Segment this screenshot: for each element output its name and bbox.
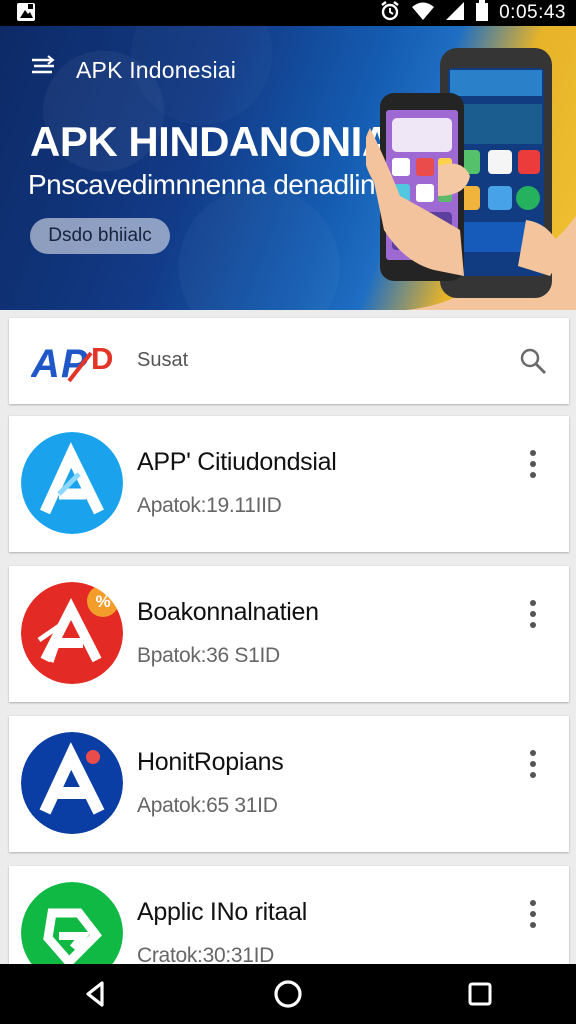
stylized-a-dot-icon <box>21 732 123 834</box>
apd-logo: A P D <box>30 339 131 386</box>
status-time: 0:05:43 <box>499 2 566 23</box>
search-input[interactable] <box>137 346 397 374</box>
banner-button[interactable]: Dsdo bhiialc <box>30 218 170 254</box>
menu-icon[interactable] <box>30 53 56 79</box>
recents-icon[interactable] <box>452 966 508 1022</box>
app-name: APP' Citiudondsial <box>137 448 337 476</box>
home-icon[interactable] <box>260 966 316 1022</box>
app-list-item[interactable]: APP' Citiudondsial Apatok:19.11IID <box>9 416 569 552</box>
app-list-item[interactable]: HonitRopians Apatok:65 31ID <box>9 716 569 852</box>
app-name: Applic INo ritaal <box>137 898 307 926</box>
app-list-item[interactable]: % Boakonnalnatien Bpatok:36 S1ID <box>9 566 569 702</box>
status-bar: 0:05:43 <box>0 0 576 26</box>
app-title: APK Indonesiai <box>76 57 237 83</box>
app-name: Boakonnalnatien <box>137 598 319 626</box>
app-meta: Apatok:19.11IID <box>137 494 282 517</box>
banner-subheadline: Pnscavedimnnenna denadlin <box>28 169 376 200</box>
more-vert-icon[interactable] <box>523 448 543 480</box>
back-icon[interactable] <box>68 966 124 1022</box>
wifi-icon <box>411 1 435 26</box>
app-meta: Bpatok:36 S1ID <box>137 644 280 667</box>
svg-text:D: D <box>91 341 113 376</box>
signal-icon <box>445 1 465 26</box>
stylized-a-icon <box>21 432 123 534</box>
hero-banner: APK Indonesiai APK HINDANONIA Pnscavedim… <box>0 26 576 310</box>
more-vert-icon[interactable] <box>523 898 543 930</box>
phone-illustration <box>363 26 576 310</box>
svg-text:%: % <box>95 592 110 611</box>
navigation-bar <box>0 964 576 1024</box>
search-bar[interactable]: A P D <box>9 318 569 404</box>
search-icon[interactable] <box>519 347 547 375</box>
notification-image-icon <box>16 2 36 22</box>
app-name: HonitRopians <box>137 748 284 776</box>
status-icons: 0:05:43 <box>379 0 566 26</box>
battery-icon <box>475 0 489 27</box>
stylized-a-badge-icon: % <box>21 582 123 684</box>
svg-text:A: A <box>31 342 60 383</box>
more-vert-icon[interactable] <box>523 598 543 630</box>
app-meta: Apatok:65 31ID <box>137 794 278 817</box>
banner-headline: APK HINDANONIA <box>30 118 392 165</box>
alarm-icon <box>379 0 401 27</box>
more-vert-icon[interactable] <box>523 748 543 780</box>
screen: 0:05:43 APK Indonesiai APK HINDANONIA Pn… <box>0 0 576 1024</box>
